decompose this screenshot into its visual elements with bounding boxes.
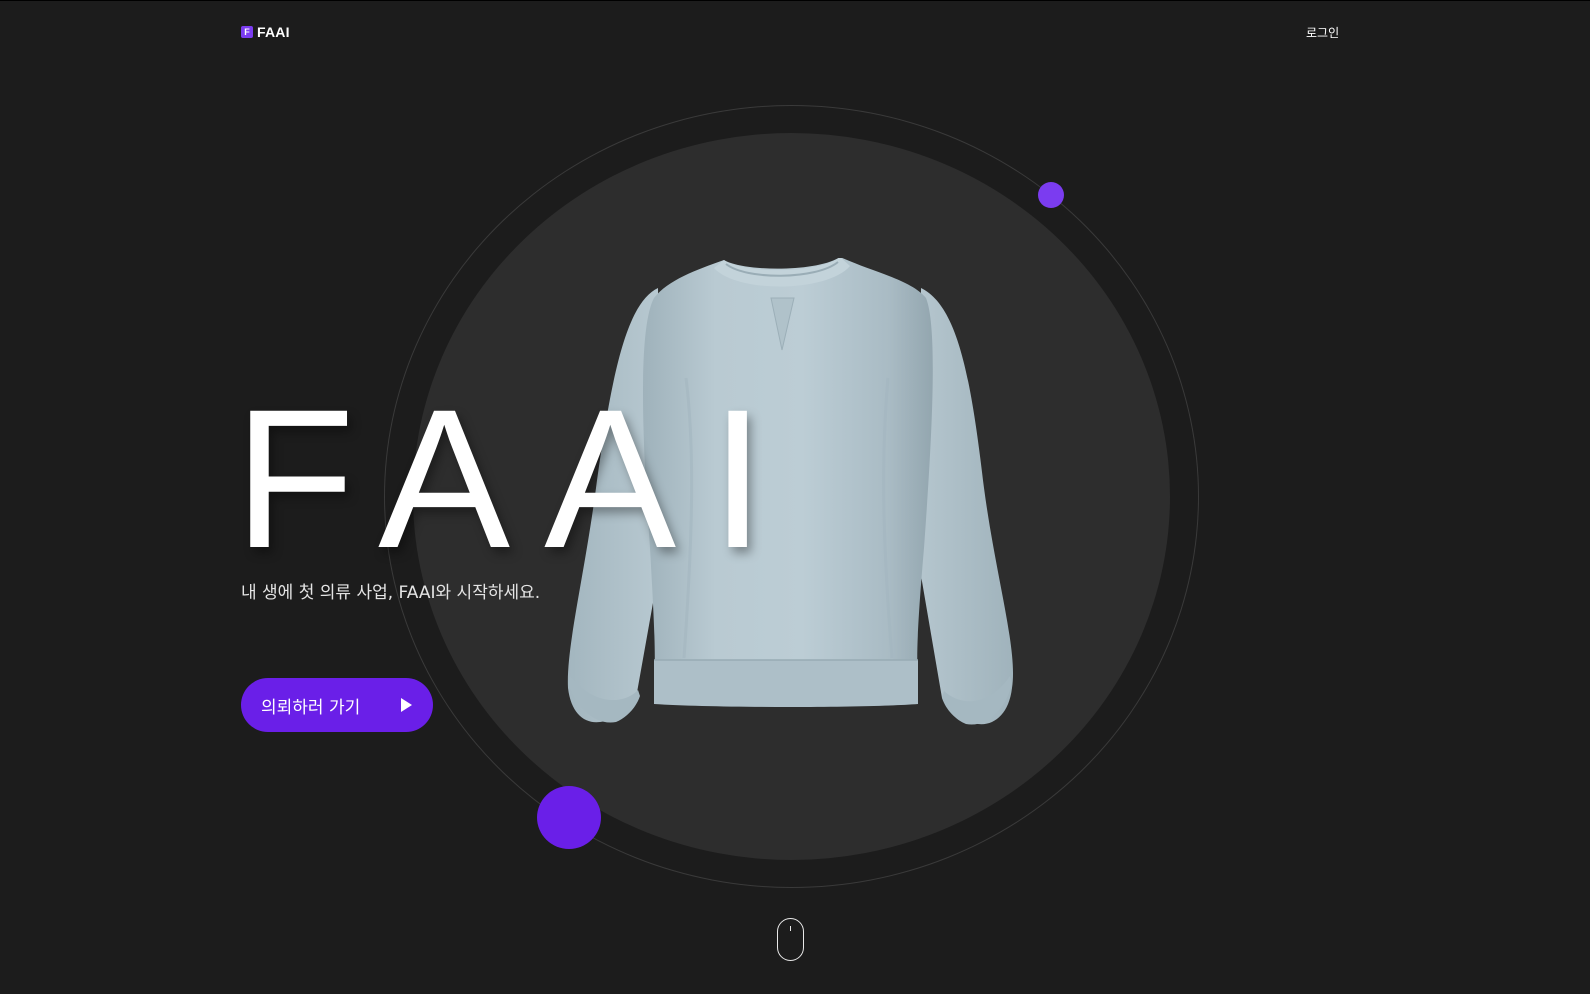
top-border	[0, 0, 1590, 1]
request-button-label: 의뢰하러 가기	[261, 697, 361, 718]
scroll-wheel	[789, 926, 791, 931]
play-triangle-icon	[401, 698, 412, 712]
logo-text: FAAI	[257, 24, 290, 40]
hero-title: FAAI	[234, 368, 800, 589]
logo-icon: F	[241, 26, 253, 38]
hero-subtitle: 내 생에 첫 의류 사업, FAAI와 시작하세요.	[241, 583, 541, 603]
header-logo[interactable]: F FAAI	[241, 24, 290, 40]
login-link[interactable]: 로그인	[1306, 24, 1339, 41]
request-button[interactable]: 의뢰하러 가기	[241, 678, 433, 732]
accent-dot-large	[537, 786, 601, 849]
mouse-scroll-icon[interactable]	[777, 918, 804, 961]
accent-dot-small	[1038, 182, 1064, 208]
